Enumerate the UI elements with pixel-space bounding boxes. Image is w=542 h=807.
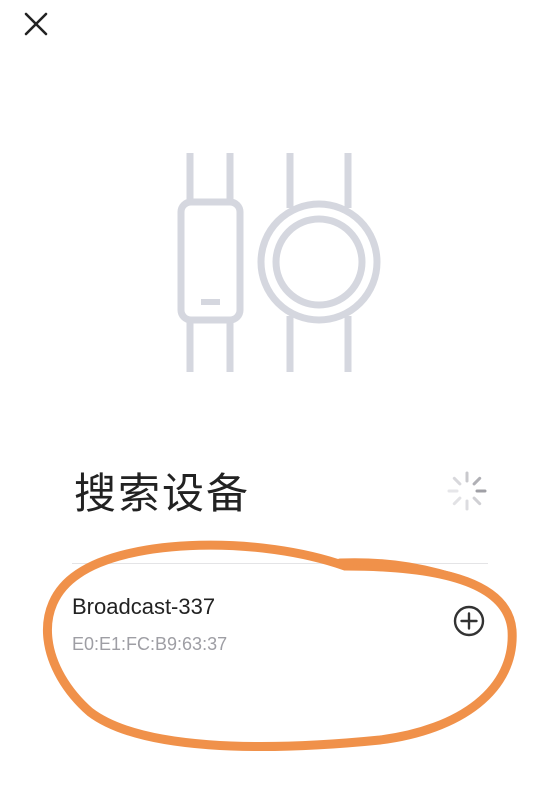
page-title: 搜索设备 <box>74 469 251 518</box>
close-icon <box>24 12 48 36</box>
annotation-circle <box>42 540 517 752</box>
device-mac-address: E0:E1:FC:B9:63:37 <box>72 634 228 654</box>
close-button[interactable] <box>18 6 54 42</box>
loading-spinner-icon <box>447 471 487 511</box>
device-list-item[interactable]: Broadcast-337 E0:E1:FC:B9:63:37 <box>60 580 500 670</box>
device-name: Broadcast-337 <box>72 594 216 619</box>
band-and-watch-illustration <box>177 153 381 372</box>
add-circle-icon[interactable] <box>450 602 488 640</box>
device-search-screen: 搜索设备 Broadcast-337 E0:E1:FC:B9:63:37 <box>0 0 542 807</box>
divider <box>72 563 488 564</box>
